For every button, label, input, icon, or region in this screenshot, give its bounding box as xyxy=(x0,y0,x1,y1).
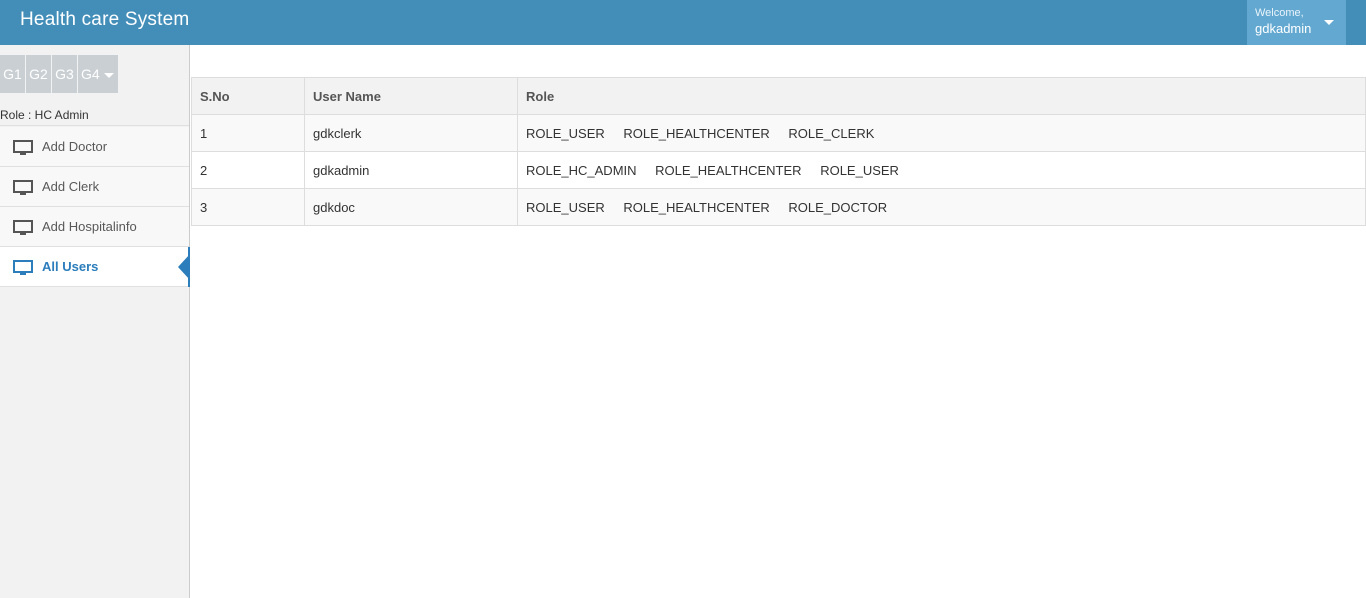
cell-username: gdkadmin xyxy=(304,151,518,189)
cell-roles: ROLE_HC_ADMIN ROLE_HEALTHCENTER ROLE_USE… xyxy=(517,151,1366,189)
cell-roles: ROLE_USER ROLE_HEALTHCENTER ROLE_CLERK xyxy=(517,114,1366,152)
welcome-text: Welcome, xyxy=(1255,7,1304,19)
role-tag: ROLE_HEALTHCENTER xyxy=(623,125,770,141)
shortcut-g4-button[interactable]: G4 xyxy=(78,55,118,93)
table-row: 2 gdkadmin ROLE_HC_ADMIN ROLE_HEALTHCENT… xyxy=(191,151,1366,189)
shortcut-g2-button[interactable]: G2 xyxy=(26,55,51,93)
sidebar-item-add-doctor[interactable]: Add Doctor xyxy=(0,127,189,167)
sidebar-item-label: All Users xyxy=(42,259,99,274)
main-content: S.No User Name Role 1 gdkclerk ROLE_USER… xyxy=(190,45,1366,598)
sidebar-item-add-clerk[interactable]: Add Clerk xyxy=(0,167,189,207)
cell-sno: 1 xyxy=(191,114,305,152)
cell-sno: 3 xyxy=(191,188,305,226)
sidebar-item-label: Add Clerk xyxy=(42,179,100,194)
sidebar-item-all-users[interactable]: All Users xyxy=(0,247,190,287)
column-header-sno: S.No xyxy=(191,77,305,115)
sidebar: G1 G2 G3 G4 Role : HC Admin Add Doctor A… xyxy=(0,45,190,598)
role-tag: ROLE_USER xyxy=(526,125,605,141)
role-label: Role : HC Admin xyxy=(0,104,189,126)
user-menu-dropdown[interactable]: Welcome, gdkadmin xyxy=(1247,0,1346,45)
chevron-down-icon xyxy=(1324,20,1334,25)
app-title[interactable]: Health care System xyxy=(20,9,189,31)
sidebar-item-label: Add Hospitalinfo xyxy=(42,219,137,234)
sidebar-item-add-hospitalinfo[interactable]: Add Hospitalinfo xyxy=(0,207,189,247)
monitor-icon xyxy=(13,140,33,155)
cell-roles: ROLE_USER ROLE_HEALTHCENTER ROLE_DOCTOR xyxy=(517,188,1366,226)
sidebar-menu: Add Doctor Add Clerk Add Hospitalinfo Al… xyxy=(0,127,190,287)
role-tag: ROLE_USER xyxy=(820,162,899,178)
table-header-row: S.No User Name Role xyxy=(191,77,1366,115)
role-tag: ROLE_HEALTHCENTER xyxy=(655,162,802,178)
column-header-username: User Name xyxy=(304,77,518,115)
shortcut-g1-button[interactable]: G1 xyxy=(0,55,25,93)
role-tag: ROLE_CLERK xyxy=(788,125,875,141)
role-tag: ROLE_DOCTOR xyxy=(788,199,888,215)
monitor-icon xyxy=(13,260,33,275)
top-navbar: Health care System Welcome, gdkadmin xyxy=(0,0,1366,45)
shortcut-g4-label: G4 xyxy=(81,66,100,82)
active-indicator-arrow xyxy=(178,254,190,280)
shortcut-g3-button[interactable]: G3 xyxy=(52,55,77,93)
cell-username: gdkdoc xyxy=(304,188,518,226)
cell-sno: 2 xyxy=(191,151,305,189)
column-header-role: Role xyxy=(517,77,1366,115)
sidebar-item-label: Add Doctor xyxy=(42,139,108,154)
chevron-down-icon xyxy=(103,72,114,78)
table-row: 1 gdkclerk ROLE_USER ROLE_HEALTHCENTER R… xyxy=(191,114,1366,152)
sidebar-shortcuts: G1 G2 G3 G4 xyxy=(0,55,119,93)
cell-username: gdkclerk xyxy=(304,114,518,152)
role-tag: ROLE_HEALTHCENTER xyxy=(623,199,770,215)
table-row: 3 gdkdoc ROLE_USER ROLE_HEALTHCENTER ROL… xyxy=(191,188,1366,226)
monitor-icon xyxy=(13,180,33,195)
users-table: S.No User Name Role 1 gdkclerk ROLE_USER… xyxy=(191,77,1366,226)
username-label: gdkadmin xyxy=(1255,21,1312,36)
role-tag: ROLE_HC_ADMIN xyxy=(526,162,637,178)
monitor-icon xyxy=(13,220,33,235)
role-tag: ROLE_USER xyxy=(526,199,605,215)
